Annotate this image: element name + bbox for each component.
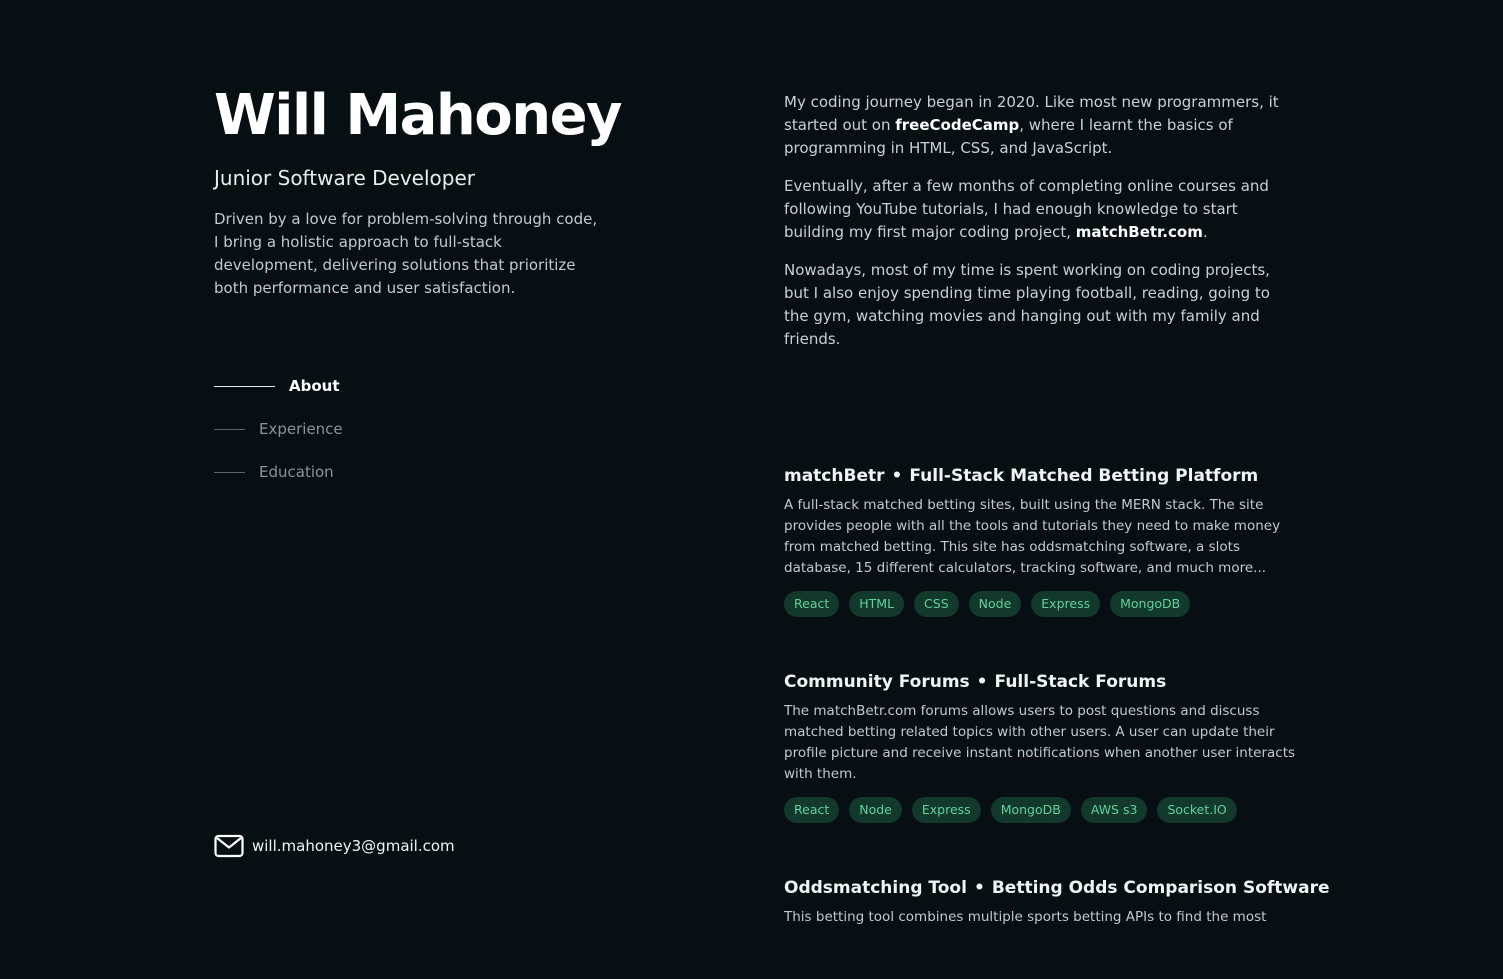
tech-tag: MongoDB bbox=[990, 797, 1071, 823]
mail-icon bbox=[214, 834, 244, 858]
tech-tag: CSS bbox=[914, 591, 959, 617]
tech-tag: Express bbox=[911, 797, 981, 823]
project-subtitle: Full-Stack Matched Betting Platform bbox=[909, 466, 1259, 486]
project-description: The matchBetr.com forums allows users to… bbox=[784, 703, 1296, 782]
project-description: A full-stack matched betting sites, buil… bbox=[784, 497, 1281, 576]
project-subtitle: Full-Stack Forums bbox=[994, 672, 1167, 692]
nav-label-experience: Experience bbox=[259, 420, 343, 438]
tech-tag: Node bbox=[968, 591, 1022, 617]
nav-item-about[interactable]: About bbox=[214, 374, 343, 398]
separator-dot: • bbox=[891, 466, 903, 486]
matchbetr-link[interactable]: matchBetr.com bbox=[1076, 223, 1203, 241]
profile-intro: Driven by a love for problem-solving thr… bbox=[214, 210, 598, 297]
project-description: This betting tool combines multiple spor… bbox=[784, 909, 1267, 925]
nav-label-education: Education bbox=[259, 463, 334, 481]
tech-tags: React Node Express MongoDB AWS s3 Socket… bbox=[784, 797, 1299, 823]
tech-tag: React bbox=[784, 797, 840, 823]
nav-indicator-line bbox=[214, 471, 245, 473]
tech-tags: React HTML CSS Node Express MongoDB bbox=[784, 591, 1299, 617]
about-paragraph-1: My coding journey began in 2020. Like mo… bbox=[784, 91, 1299, 160]
project-name: matchBetr bbox=[784, 466, 885, 486]
separator-dot: • bbox=[976, 672, 988, 692]
project-card[interactable]: Community Forums • Full-Stack Forums The m… bbox=[784, 668, 1299, 823]
freecodecamp-link[interactable]: freeCodeCamp bbox=[895, 116, 1019, 134]
project-name: Community Forums bbox=[784, 672, 970, 692]
project-card[interactable]: Oddsmatching Tool • Betting Odds Compariso… bbox=[784, 874, 1330, 928]
tech-tag: Socket.IO bbox=[1157, 797, 1237, 823]
nav-indicator-line bbox=[214, 385, 275, 387]
profile-header: Will Mahoney Junior Software Developer D… bbox=[214, 83, 623, 300]
profile-role: Junior Software Developer bbox=[214, 166, 476, 190]
tech-tag: Express bbox=[1031, 591, 1101, 617]
separator-dot: • bbox=[973, 878, 985, 898]
project-title[interactable]: matchBetr • Full-Stack Matched Betting Pla… bbox=[784, 462, 1299, 490]
tech-tag: AWS s3 bbox=[1080, 797, 1148, 823]
about-section: My coding journey began in 2020. Like mo… bbox=[784, 91, 1299, 366]
project-card[interactable]: matchBetr • Full-Stack Matched Betting Pla… bbox=[784, 462, 1299, 617]
about-text: . bbox=[1202, 223, 1208, 241]
project-subtitle: Betting Odds Comparison Software bbox=[991, 878, 1330, 898]
about-paragraph-3: Nowadays, most of my time is spent worki… bbox=[784, 261, 1270, 348]
email-link[interactable]: will.mahoney3@gmail.com bbox=[214, 834, 455, 858]
nav-item-experience[interactable]: Experience bbox=[214, 417, 343, 441]
project-name: Oddsmatching Tool bbox=[784, 878, 967, 898]
profile-name: Will Mahoney bbox=[214, 83, 623, 148]
section-nav: About Experience Education bbox=[214, 374, 343, 503]
about-paragraph-2: Eventually, after a few months of comple… bbox=[784, 175, 1299, 244]
project-title[interactable]: Community Forums • Full-Stack Forums bbox=[784, 668, 1299, 696]
nav-item-education[interactable]: Education bbox=[214, 460, 343, 484]
nav-indicator-line bbox=[214, 428, 245, 430]
tech-tag: React bbox=[784, 591, 840, 617]
tech-tag: MongoDB bbox=[1110, 591, 1191, 617]
email-address: will.mahoney3@gmail.com bbox=[252, 837, 455, 855]
tech-tag: Node bbox=[849, 797, 902, 823]
projects-list: matchBetr • Full-Stack Matched Betting Pla… bbox=[784, 462, 1330, 979]
nav-label-about: About bbox=[289, 377, 340, 395]
project-title[interactable]: Oddsmatching Tool • Betting Odds Compariso… bbox=[784, 874, 1330, 902]
tech-tag: HTML bbox=[849, 591, 905, 617]
